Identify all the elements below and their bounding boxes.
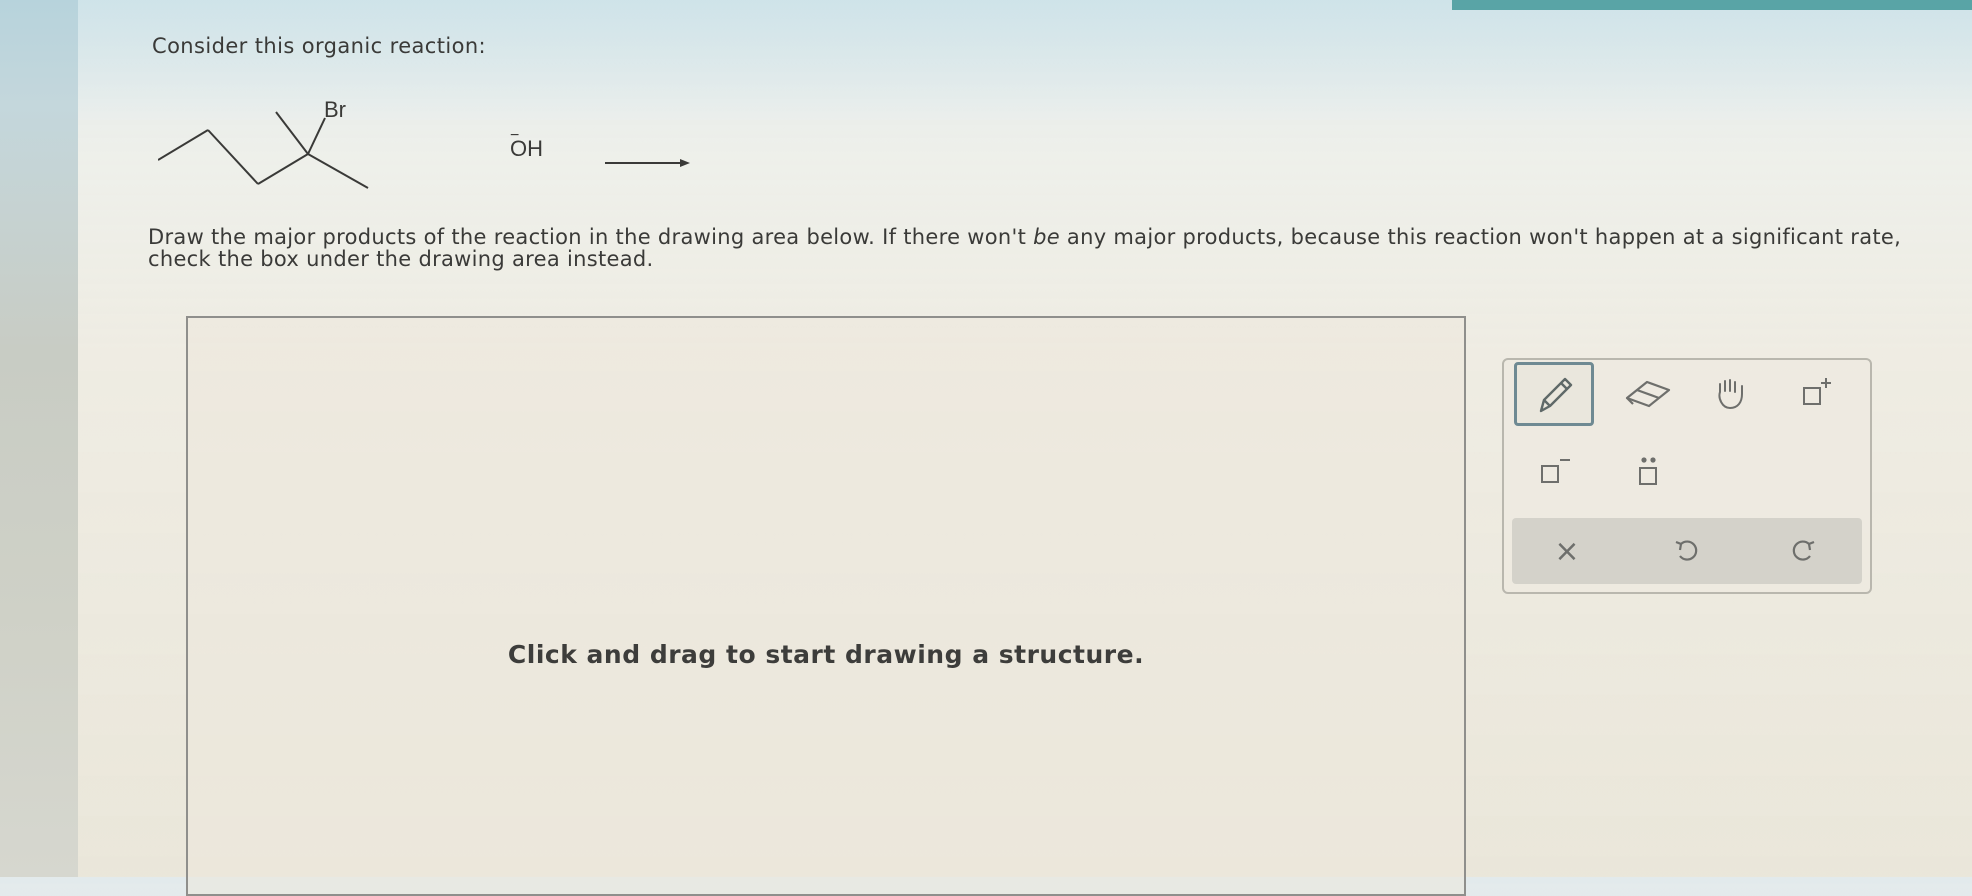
bromine-label: Br — [324, 97, 346, 122]
question-intro: Consider this organic reaction: — [152, 34, 487, 58]
eraser-icon — [1625, 380, 1671, 408]
question-panel: Consider this organic reaction: Br OH − — [78, 0, 1972, 896]
bond-c3-c4 — [257, 153, 309, 185]
redo-icon — [1792, 540, 1815, 561]
reaction-scheme: Br OH − — [158, 92, 718, 202]
negative-charge-icon — [1541, 459, 1570, 483]
reaction-arrow-icon — [605, 159, 690, 167]
close-icon: × — [1554, 533, 1580, 569]
drawing-canvas[interactable]: Click and drag to start drawing a struct… — [186, 316, 1466, 896]
lone-pair-tool-button[interactable] — [1608, 440, 1688, 504]
hydroxide-charge: − — [510, 127, 519, 144]
pencil-tool-button[interactable] — [1514, 362, 1594, 426]
instructions-emphasis: be — [1033, 225, 1060, 249]
undo-button[interactable] — [1632, 518, 1742, 584]
drawing-toolbar: × — [1502, 358, 1872, 594]
clear-button[interactable]: × — [1512, 518, 1622, 584]
eraser-tool-button[interactable] — [1608, 362, 1688, 426]
bond-c4-br — [307, 117, 326, 155]
substrate-molecule — [158, 111, 369, 189]
bond-c2-c3 — [207, 129, 259, 185]
hand-tool-button[interactable] — [1690, 362, 1770, 426]
canvas-hint: Click and drag to start drawing a struct… — [507, 640, 1145, 669]
bond-c1-c2 — [158, 129, 209, 161]
instructions-text-1: Draw the major products of the reaction … — [148, 225, 1034, 249]
negative-charge-tool-button[interactable] — [1514, 440, 1594, 504]
redo-button[interactable] — [1748, 518, 1858, 584]
question-instructions: Draw the major products of the reaction … — [148, 226, 1968, 270]
reaction-diagram: Br OH − — [158, 97, 690, 189]
hand-icon — [1718, 379, 1743, 410]
positive-charge-icon — [1803, 378, 1831, 405]
pencil-icon — [1539, 377, 1573, 413]
undo-icon — [1675, 540, 1698, 561]
lone-pair-icon — [1639, 457, 1657, 485]
bond-c4-methyl — [307, 153, 369, 189]
positive-charge-tool-button[interactable] — [1776, 362, 1856, 426]
action-bar: × — [1512, 518, 1862, 584]
bond-c4-methyl2 — [275, 111, 309, 155]
photo-background-edge — [0, 0, 78, 877]
